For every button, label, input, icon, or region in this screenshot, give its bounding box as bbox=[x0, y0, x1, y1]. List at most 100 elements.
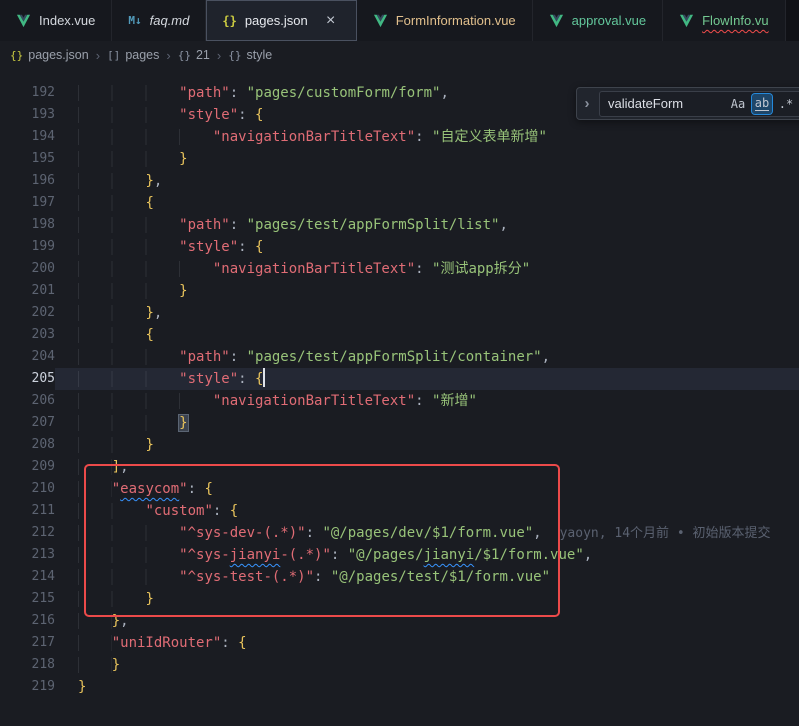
code-line-201[interactable]: 201 } bbox=[0, 280, 799, 302]
line-number[interactable]: 193 bbox=[0, 104, 55, 126]
code-line-195[interactable]: 195 } bbox=[0, 148, 799, 170]
breadcrumb: {}pages.json›[]pages›{}21›{}style bbox=[0, 41, 799, 69]
line-content: }, bbox=[55, 170, 799, 192]
token: "custom" bbox=[145, 503, 212, 519]
tab-label: pages.json bbox=[245, 13, 308, 28]
token: "style" bbox=[179, 371, 238, 387]
close-icon[interactable]: × bbox=[322, 12, 340, 30]
find-input-box[interactable]: validateForm Aa ab .* bbox=[599, 91, 799, 117]
line-number[interactable]: 197 bbox=[0, 192, 55, 214]
breadcrumb-item-pages[interactable]: []pages bbox=[107, 48, 159, 62]
line-number[interactable]: 198 bbox=[0, 214, 55, 236]
tab-bar: Index.vueM↓faq.md{}pages.json×FormInform… bbox=[0, 0, 799, 41]
code-line-219[interactable]: 219} bbox=[0, 676, 799, 698]
tab-forminformation-vue[interactable]: FormInformation.vue bbox=[357, 0, 533, 41]
line-content: "path": "pages/test/appFormSplit/list", bbox=[55, 214, 799, 236]
line-number[interactable]: 211 bbox=[0, 500, 55, 522]
chevron-right-icon[interactable]: › bbox=[579, 95, 595, 112]
line-content: ], bbox=[55, 456, 799, 478]
line-number[interactable]: 210 bbox=[0, 478, 55, 500]
code-line-200[interactable]: 200 "navigationBarTitleText": "测试app拆分" bbox=[0, 258, 799, 280]
line-number[interactable]: 218 bbox=[0, 654, 55, 676]
token: , bbox=[120, 459, 128, 475]
code-lines: 192 "path": "pages/customForm/form",193 … bbox=[0, 82, 799, 698]
line-content: } bbox=[55, 412, 799, 434]
line-number[interactable]: 196 bbox=[0, 170, 55, 192]
line-number[interactable]: 205 bbox=[0, 368, 55, 390]
code-line-210[interactable]: 210 "easycom": { bbox=[0, 478, 799, 500]
tab-faq-md[interactable]: M↓faq.md bbox=[112, 0, 206, 41]
code-line-206[interactable]: 206 "navigationBarTitleText": "新增" bbox=[0, 390, 799, 412]
find-widget: › validateForm Aa ab .* bbox=[576, 87, 799, 120]
tab-approval-vue[interactable]: approval.vue bbox=[533, 0, 663, 41]
code-line-203[interactable]: 203 { bbox=[0, 324, 799, 346]
line-number[interactable]: 201 bbox=[0, 280, 55, 302]
code-line-209[interactable]: 209 ], bbox=[0, 456, 799, 478]
code-line-202[interactable]: 202 }, bbox=[0, 302, 799, 324]
code-line-196[interactable]: 196 }, bbox=[0, 170, 799, 192]
line-number[interactable]: 214 bbox=[0, 566, 55, 588]
breadcrumb-item-style[interactable]: {}style bbox=[228, 48, 272, 62]
regex-icon[interactable]: .* bbox=[776, 94, 796, 114]
indent-guides bbox=[78, 85, 179, 101]
token: : bbox=[306, 525, 323, 541]
editor[interactable]: 192 "path": "pages/customForm/form",193 … bbox=[0, 69, 799, 726]
line-number[interactable]: 203 bbox=[0, 324, 55, 346]
indent-guides bbox=[78, 415, 179, 431]
line-number[interactable]: 219 bbox=[0, 676, 55, 698]
code-line-198[interactable]: 198 "path": "pages/test/appFormSplit/lis… bbox=[0, 214, 799, 236]
line-number[interactable]: 217 bbox=[0, 632, 55, 654]
indent-guides bbox=[78, 195, 145, 211]
whole-word-icon[interactable]: ab bbox=[752, 94, 772, 114]
code-line-212[interactable]: 212 "^sys-dev-(.*)": "@/pages/dev/$1/for… bbox=[0, 522, 799, 544]
indent-guides bbox=[78, 591, 145, 607]
code-line-197[interactable]: 197 { bbox=[0, 192, 799, 214]
line-number[interactable]: 204 bbox=[0, 346, 55, 368]
code-line-216[interactable]: 216 }, bbox=[0, 610, 799, 632]
line-number[interactable]: 192 bbox=[0, 82, 55, 104]
line-number[interactable]: 206 bbox=[0, 390, 55, 412]
tab-index-vue[interactable]: Index.vue bbox=[0, 0, 112, 41]
code-line-218[interactable]: 218 } bbox=[0, 654, 799, 676]
code-line-204[interactable]: 204 "path": "pages/test/appFormSplit/con… bbox=[0, 346, 799, 368]
line-number[interactable]: 200 bbox=[0, 258, 55, 280]
line-number[interactable]: 209 bbox=[0, 456, 55, 478]
code-line-207[interactable]: 207 } bbox=[0, 412, 799, 434]
line-number[interactable]: 216 bbox=[0, 610, 55, 632]
line-number[interactable]: 195 bbox=[0, 148, 55, 170]
line-number[interactable]: 208 bbox=[0, 434, 55, 456]
code-line-208[interactable]: 208 } bbox=[0, 434, 799, 456]
tab-pages-json[interactable]: {}pages.json× bbox=[206, 0, 356, 41]
breadcrumb-item-pages-json[interactable]: {}pages.json bbox=[10, 48, 89, 62]
code-line-217[interactable]: 217 "uniIdRouter": { bbox=[0, 632, 799, 654]
line-number[interactable]: 194 bbox=[0, 126, 55, 148]
line-number[interactable]: 199 bbox=[0, 236, 55, 258]
token: : bbox=[188, 481, 205, 497]
line-number[interactable]: 212 bbox=[0, 522, 55, 544]
breadcrumb-item-21[interactable]: {}21 bbox=[178, 48, 210, 62]
tab-flowinfo-vu[interactable]: FlowInfo.vu bbox=[663, 0, 785, 41]
code-line-215[interactable]: 215 } bbox=[0, 588, 799, 610]
token: : bbox=[314, 569, 331, 585]
token: "path" bbox=[179, 349, 230, 365]
line-number[interactable]: 202 bbox=[0, 302, 55, 324]
code-line-205[interactable]: 205 "style": { bbox=[0, 368, 799, 390]
match-case-icon[interactable]: Aa bbox=[728, 94, 748, 114]
indent-guides bbox=[78, 525, 179, 541]
token: "navigationBarTitleText" bbox=[213, 129, 415, 145]
code-line-214[interactable]: 214 "^sys-test-(.*)": "@/pages/test/$1/f… bbox=[0, 566, 799, 588]
line-number[interactable]: 213 bbox=[0, 544, 55, 566]
token: "@/pages/dev/$1/form.vue" bbox=[322, 525, 533, 541]
line-number[interactable]: 207 bbox=[0, 412, 55, 434]
token: jianyi bbox=[424, 547, 475, 563]
find-query[interactable]: validateForm bbox=[608, 96, 722, 111]
tab-label: FormInformation.vue bbox=[396, 13, 516, 28]
indent-guides bbox=[78, 635, 112, 651]
token: , bbox=[533, 525, 541, 541]
token: "^sys-dev-(.*)" bbox=[179, 525, 305, 541]
code-line-194[interactable]: 194 "navigationBarTitleText": "自定义表单新增" bbox=[0, 126, 799, 148]
line-number[interactable]: 215 bbox=[0, 588, 55, 610]
code-line-199[interactable]: 199 "style": { bbox=[0, 236, 799, 258]
code-line-211[interactable]: 211 "custom": { bbox=[0, 500, 799, 522]
code-line-213[interactable]: 213 "^sys-jianyi-(.*)": "@/pages/jianyi/… bbox=[0, 544, 799, 566]
